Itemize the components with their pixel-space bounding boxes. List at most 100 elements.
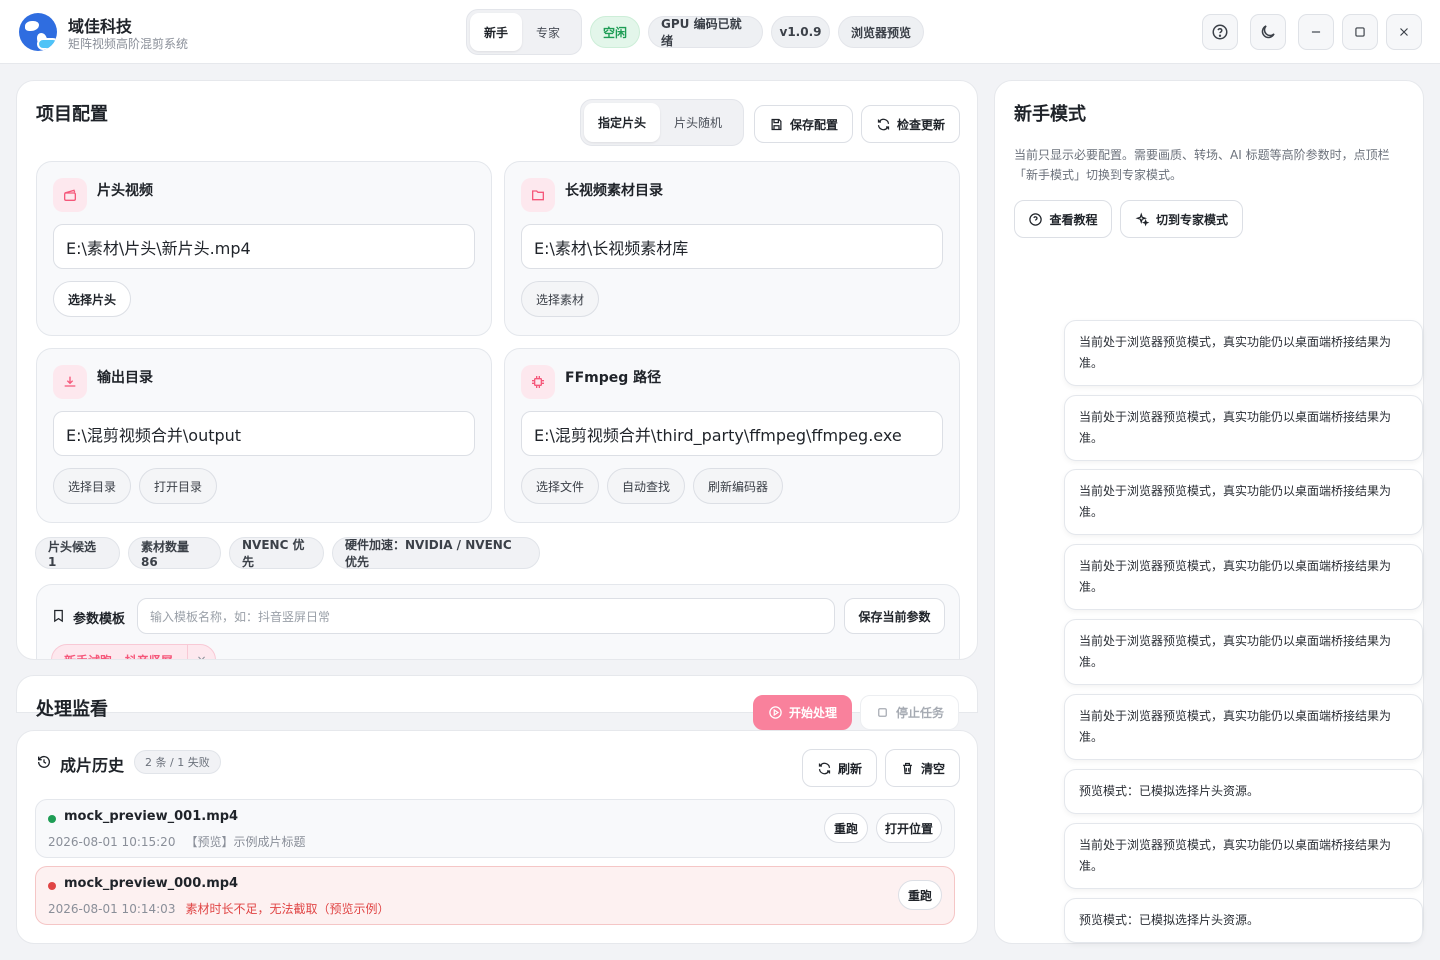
maximize-button[interactable] [1342, 14, 1378, 50]
ffmpeg-title: FFmpeg 路径 [565, 370, 662, 386]
app-subtitle: 矩阵视频高阶混剪系统 [68, 37, 189, 51]
clapper-icon [53, 178, 87, 212]
refresh-icon [877, 118, 890, 130]
history-refresh-label: 刷新 [837, 761, 862, 776]
project-config-title: 项目配置 [36, 104, 108, 125]
toast-notification: 预览模式：已模拟选择片头资源。 [1064, 769, 1423, 814]
intro-path-field[interactable]: E:\素材\片头\新片头.mp4 [53, 224, 475, 269]
sparkle-icon [1135, 212, 1150, 226]
tab-random-intro[interactable]: 片头随机 [660, 103, 736, 142]
toast-notification: 当前处于浏览器预览模式，真实功能仍以桌面端桥接结果为准。 [1064, 694, 1423, 760]
ffmpeg-path-field[interactable]: E:\混剪视频合并\third_party\ffmpeg\ffmpeg.exe [521, 411, 943, 456]
param-template-label: 参数模板 [73, 612, 126, 627]
app-name: 域佳科技 [68, 17, 133, 36]
open-location-button[interactable]: 打开位置 [876, 813, 942, 843]
template-tag-close-icon[interactable]: × [187, 645, 215, 659]
intro-mode-switch: 指定片头 片头随机 [580, 99, 744, 146]
rerun-button[interactable]: 重跑 [824, 813, 868, 843]
help-button[interactable] [1202, 14, 1238, 50]
process-monitor-title: 处理监看 [36, 699, 108, 720]
history-meta: 2026-08-01 10:14:03 素材时长不足，无法截取（预览示例） [48, 900, 389, 917]
close-button[interactable] [1386, 14, 1422, 50]
preview-badge: 浏览器预览 [838, 16, 924, 48]
download-icon [53, 365, 87, 399]
check-update-label: 检查更新 [896, 117, 945, 132]
tab-expert[interactable]: 专家 [522, 13, 574, 51]
rerun-button[interactable]: 重跑 [898, 880, 942, 910]
trash-icon [903, 762, 912, 774]
toast-notification: 当前处于浏览器预览模式，真实功能仍以桌面端桥接结果为准。 [1064, 469, 1423, 535]
material-path-field[interactable]: E:\素材\长视频素材库 [521, 224, 943, 269]
material-dir-panel: 长视频素材目录 E:\素材\长视频素材库 选择素材 [504, 161, 960, 336]
select-intro-button[interactable]: 选择片头 [53, 281, 131, 317]
history-note: 【预览】示例成片标题 [185, 835, 306, 849]
history-time: 2026-08-01 10:14:03 [48, 902, 176, 916]
ffmpeg-panel: FFmpeg 路径 E:\混剪视频合并\third_party\ffmpeg\f… [504, 348, 960, 523]
switch-expert-label: 切到专家模式 [1155, 212, 1228, 227]
auto-find-button[interactable]: 自动查找 [607, 468, 685, 504]
tab-novice[interactable]: 新手 [470, 13, 523, 51]
toast-notification: 当前处于浏览器预览模式，真实功能仍以桌面端桥接结果为准。 [1064, 619, 1423, 685]
success-dot [48, 815, 56, 823]
help-icon [1212, 24, 1228, 40]
gpu-status-badge: GPU 编码已就绪 [648, 16, 763, 48]
open-output-button[interactable]: 打开目录 [139, 468, 217, 504]
select-material-button[interactable]: 选择素材 [521, 281, 599, 317]
output-dir-title: 输出目录 [97, 370, 153, 386]
folder-icon [521, 178, 555, 212]
template-tag[interactable]: 新手试跑 · 抖音竖屏 × [51, 644, 216, 659]
intro-video-panel: 片头视频 E:\素材\片头\新片头.mp4 选择片头 [36, 161, 492, 336]
moon-icon [1261, 25, 1275, 39]
version-badge: v1.0.9 [771, 16, 830, 48]
material-dir-title: 长视频素材目录 [565, 183, 663, 199]
view-tutorial-button[interactable]: 查看教程 [1014, 200, 1112, 238]
history-file-name: mock_preview_000.mp4 [64, 876, 239, 891]
history-title: 成片历史 [60, 756, 125, 775]
template-name-input[interactable]: 输入模板名称，如：抖音竖屏日常 [137, 598, 835, 634]
minimize-icon [1311, 31, 1321, 33]
tab-fixed-intro[interactable]: 指定片头 [584, 103, 661, 142]
top-bar: 域佳科技 矩阵视频高阶混剪系统 新手 专家 空闲 GPU 编码已就绪 v1.0.… [0, 0, 1440, 64]
intro-video-title: 片头视频 [97, 183, 153, 199]
save-config-button[interactable]: 保存配置 [754, 105, 853, 143]
toast-notification: 当前处于浏览器预览模式，真实功能仍以桌面端桥接结果为准。 [1064, 395, 1423, 461]
bookmark-icon [54, 609, 63, 623]
history-refresh-button[interactable]: 刷新 [802, 749, 877, 787]
play-icon [769, 706, 782, 719]
history-count-badge: 2 条 / 1 失败 [134, 750, 221, 774]
help-icon [1029, 212, 1043, 226]
status-idle-badge: 空闲 [590, 16, 640, 48]
novice-mode-title: 新手模式 [1014, 104, 1086, 125]
stop-task-button[interactable]: 停止任务 [860, 695, 959, 730]
close-icon [1400, 28, 1408, 36]
novice-mode-desc: 当前只显示必要配置。需要画质、转场、AI 标题等高阶参数时，点顶栏「新手模式」切… [1014, 148, 1390, 182]
minimize-button[interactable] [1298, 14, 1334, 50]
refresh-icon [818, 762, 831, 774]
param-template-panel: 参数模板 输入模板名称，如：抖音竖屏日常 保存当前参数 新手试跑 · 抖音竖屏 … [36, 584, 960, 659]
history-meta: 2026-08-01 10:15:20 【预览】示例成片标题 [48, 833, 305, 850]
nvenc-chip: NVENC 优先 [229, 537, 324, 569]
refresh-encoder-button[interactable]: 刷新编码器 [693, 468, 783, 504]
history-clear-label: 清空 [920, 761, 945, 776]
hw-accel-chip: 硬件加速：NVIDIA / NVENC 优先 [332, 537, 540, 569]
start-process-button[interactable]: 开始处理 [753, 695, 852, 730]
check-update-button[interactable]: 检查更新 [861, 105, 960, 143]
start-process-label: 开始处理 [788, 706, 837, 720]
history-error-note: 素材时长不足，无法截取（预览示例） [185, 902, 390, 916]
history-row: mock_preview_001.mp4 2026-08-01 10:15:20… [35, 799, 955, 858]
chip-icon [521, 365, 555, 399]
history-time: 2026-08-01 10:15:20 [48, 835, 176, 849]
history-icon [38, 755, 50, 768]
error-dot [48, 882, 56, 890]
save-template-button[interactable]: 保存当前参数 [844, 598, 945, 634]
output-path-field[interactable]: E:\混剪视频合并\output [53, 411, 475, 456]
toast-notification: 当前处于浏览器预览模式，真实功能仍以桌面端桥接结果为准。 [1064, 823, 1423, 889]
project-config-card: 项目配置 指定片头 片头随机 保存配置 检查更新 片头视频 E:\素材\片头\新… [16, 80, 978, 660]
stop-icon [878, 708, 887, 717]
select-output-button[interactable]: 选择目录 [53, 468, 131, 504]
theme-toggle-button[interactable] [1250, 14, 1286, 50]
switch-expert-button[interactable]: 切到专家模式 [1120, 200, 1243, 238]
select-ffmpeg-button[interactable]: 选择文件 [521, 468, 599, 504]
app-logo [19, 13, 57, 51]
history-clear-button[interactable]: 清空 [885, 749, 960, 787]
